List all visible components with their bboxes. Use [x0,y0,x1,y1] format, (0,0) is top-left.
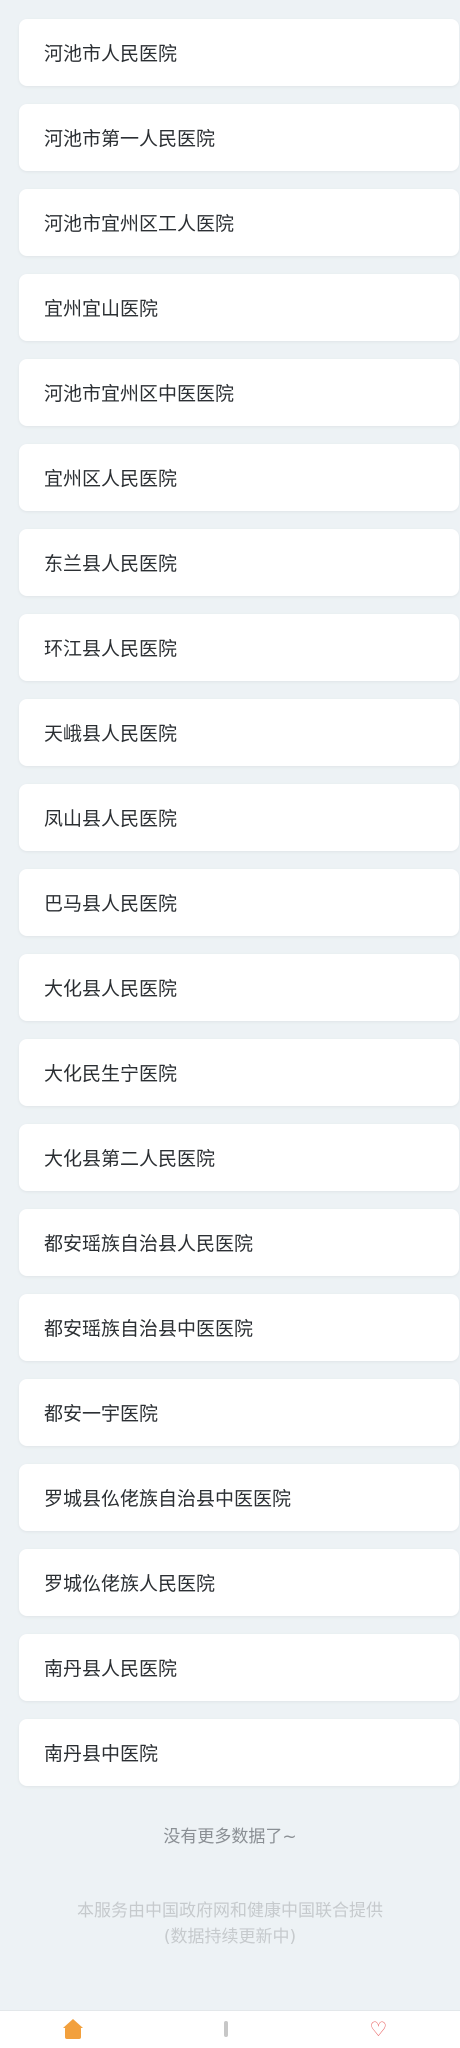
tab-favorites[interactable]: ♡ [369,2011,397,2039]
no-more-data-text: 没有更多数据了~ [163,1827,297,1847]
hospital-name: 大化县第二人民医院 [44,1148,216,1170]
footer-line-1: 本服务由中国政府网和健康中国联合提供 [77,1901,383,1921]
hospital-name: 南丹县中医院 [44,1743,159,1765]
hospital-card[interactable]: 东兰县人民医院 [19,529,459,596]
hospital-card[interactable]: 河池市宜州区工人医院 [19,189,459,256]
hospital-name: 河池市宜州区中医医院 [44,383,235,405]
hospital-card[interactable]: 天峨县人民医院 [19,699,459,766]
hospital-name: 大化民生宁医院 [44,1063,178,1085]
page: 河池市人民医院 河池市第一人民医院 河池市宜州区工人医院 宜州宜山医院 河池市宜… [0,0,460,2048]
hospital-name: 宜州区人民医院 [44,468,178,490]
hospital-card[interactable]: 宜州宜山医院 [19,274,459,341]
footer-line-2: (数据持续更新中) [163,1927,297,1947]
hospital-name: 环江县人民医院 [44,638,178,660]
hospital-card[interactable]: 宜州区人民医院 [19,444,459,511]
hospital-list: 河池市人民医院 河池市第一人民医院 河池市宜州区工人医院 宜州宜山医院 河池市宜… [19,19,459,1786]
bottom-tab-bar: ♡ [0,2010,460,2048]
hospital-name: 天峨县人民医院 [44,723,178,745]
hospital-name: 罗城仫佬族人民医院 [44,1573,216,1595]
hospital-card[interactable]: 都安一宇医院 [19,1379,459,1446]
hospital-card[interactable]: 南丹县人民医院 [19,1634,459,1701]
hospital-card[interactable]: 河池市第一人民医院 [19,104,459,171]
hospital-card[interactable]: 巴马县人民医院 [19,869,459,936]
hospital-name: 都安瑶族自治县人民医院 [44,1233,254,1255]
hospital-card[interactable]: 环江县人民医院 [19,614,459,681]
hospital-name: 河池市第一人民医院 [44,128,216,150]
hospital-name: 罗城县仫佬族自治县中医医院 [44,1488,292,1510]
hospital-name: 巴马县人民医院 [44,893,178,915]
hospital-name: 宜州宜山医院 [44,298,159,320]
hospital-name: 大化县人民医院 [44,978,178,1000]
hospital-card[interactable]: 大化县第二人民医院 [19,1124,459,1191]
hospital-card[interactable]: 河池市人民医院 [19,19,459,86]
hospital-card[interactable]: 南丹县中医院 [19,1719,459,1786]
home-icon [62,2019,83,2039]
hospital-card[interactable]: 都安瑶族自治县中医医院 [19,1294,459,1361]
hospital-name: 凤山县人民医院 [44,808,178,830]
hospital-card[interactable]: 河池市宜州区中医医院 [19,359,459,426]
hospital-card[interactable]: 罗城仫佬族人民医院 [19,1549,459,1616]
hospital-name: 都安一宇医院 [44,1403,159,1425]
hospital-card[interactable]: 罗城县仫佬族自治县中医医院 [19,1464,459,1531]
hospital-name: 东兰县人民医院 [44,553,178,575]
hospital-card[interactable]: 都安瑶族自治县人民医院 [19,1209,459,1276]
hospital-name: 南丹县人民医院 [44,1658,178,1680]
hospital-card[interactable]: 大化县人民医院 [19,954,459,1021]
tab-middle[interactable] [216,2011,244,2039]
hospital-name: 河池市人民医院 [44,43,178,65]
hospital-card[interactable]: 凤山县人民医院 [19,784,459,851]
hospital-card[interactable]: 大化民生宁医院 [19,1039,459,1106]
tab-home[interactable] [62,2011,91,2039]
list-icon [216,2019,236,2039]
service-footer: 本服务由中国政府网和健康中国联合提供 (数据持续更新中) [0,1898,460,1950]
heart-icon: ♡ [369,2017,388,2041]
hospital-name: 河池市宜州区工人医院 [44,213,235,235]
hospital-name: 都安瑶族自治县中医医院 [44,1318,254,1340]
